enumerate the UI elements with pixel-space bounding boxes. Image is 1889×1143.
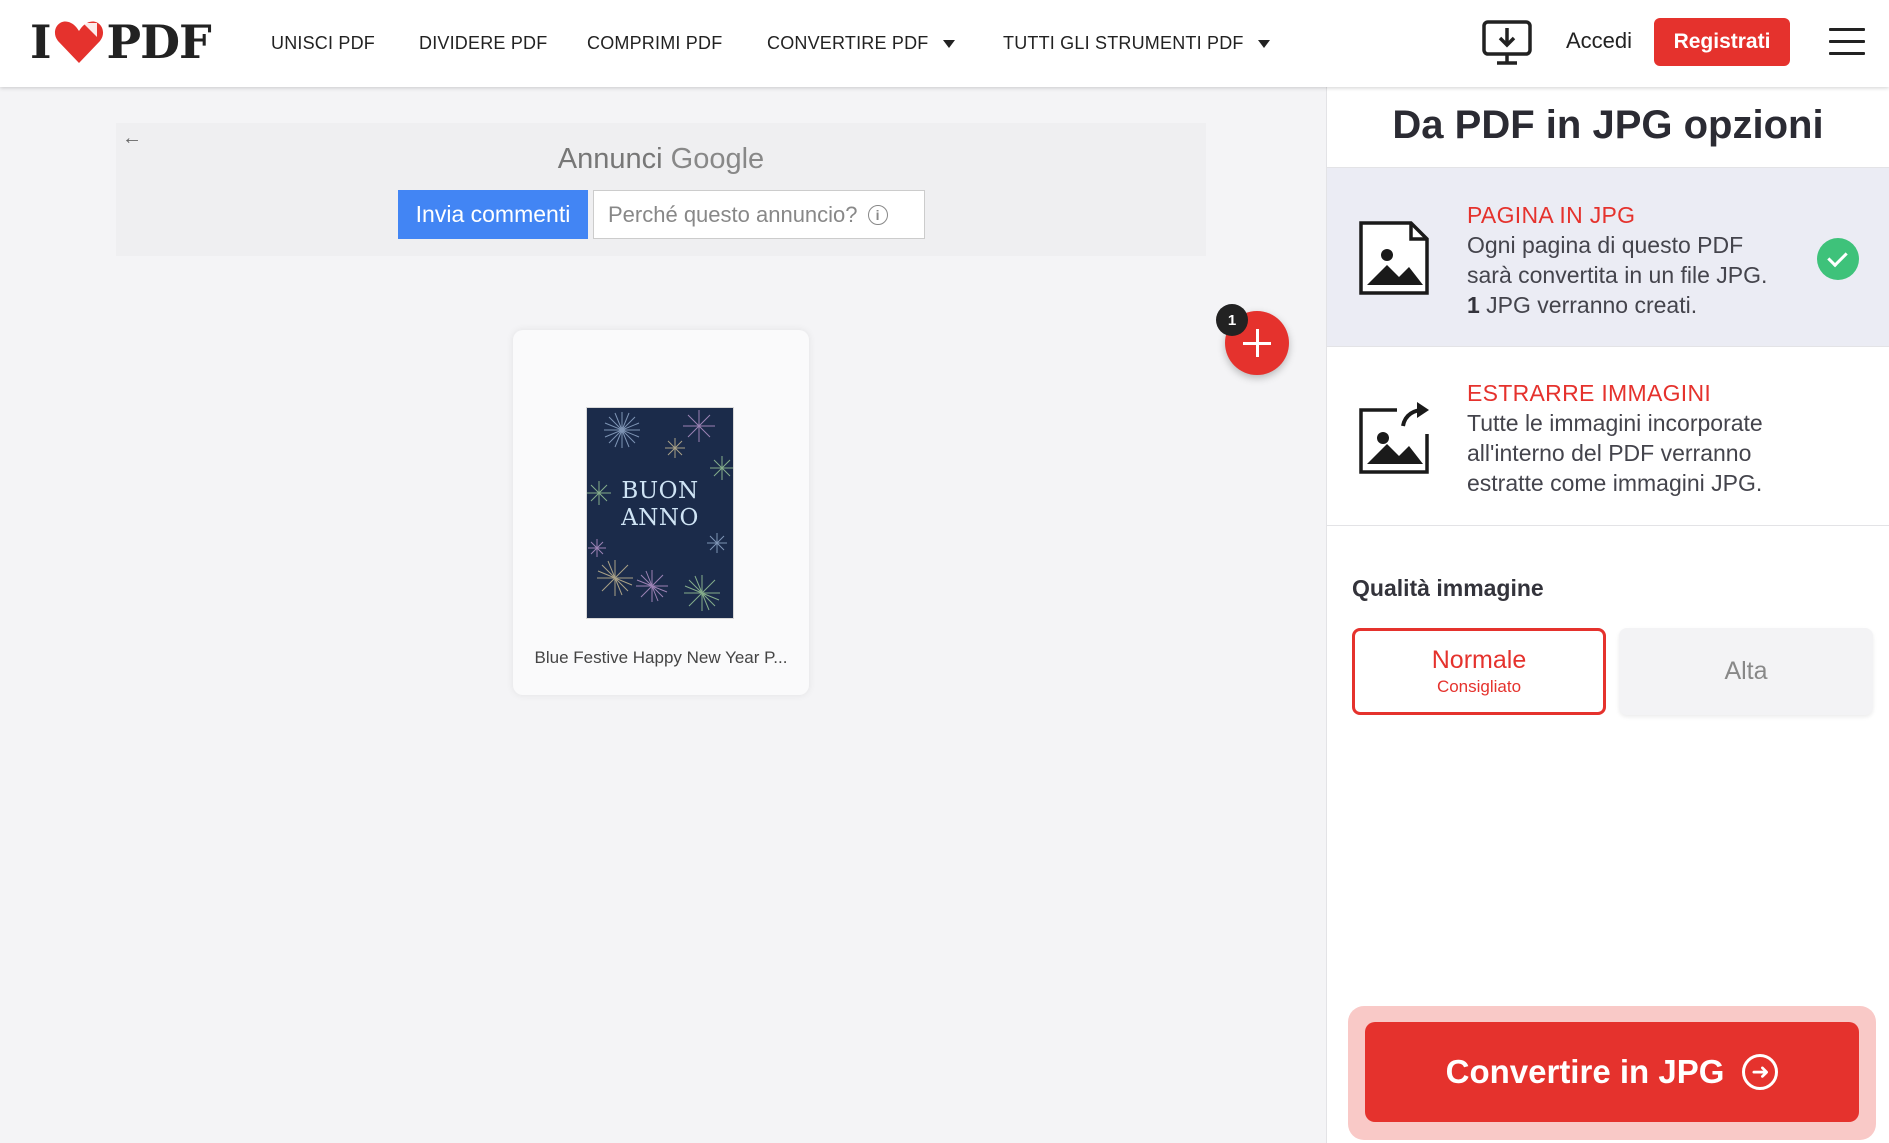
nav-convert-pdf[interactable]: CONVERTIRE PDF xyxy=(767,0,955,87)
send-feedback-button[interactable]: Invia commenti xyxy=(398,190,588,239)
why-this-ad-button[interactable]: Perché questo annuncio? i xyxy=(593,190,925,239)
logo-text: PDF xyxy=(106,15,212,69)
option-desc-line: 1 JPG verranno creati. xyxy=(1467,290,1807,320)
nav-all-tools-label: TUTTI GLI STRUMENTI PDF xyxy=(1003,33,1244,53)
option-description: Tutte le immagini incorporate all'intern… xyxy=(1467,408,1807,498)
nav-merge-label: UNISCI PDF xyxy=(271,33,376,53)
convert-to-jpg-button[interactable]: Convertire in JPG ➜ xyxy=(1365,1022,1859,1122)
file-count-badge: 1 xyxy=(1216,304,1248,336)
desktop-download-icon[interactable] xyxy=(1482,20,1532,66)
sidebar-title: Da PDF in JPG opzioni xyxy=(1392,103,1824,147)
nav-compress-label: COMPRIMI PDF xyxy=(587,33,723,53)
chevron-down-icon xyxy=(942,39,955,48)
option-desc-line: all'interno del PDF verranno xyxy=(1467,440,1752,466)
option-desc-line: Ogni pagina di questo PDF xyxy=(1467,232,1744,258)
convert-label: Convertire in JPG xyxy=(1445,1053,1725,1090)
image-page-icon xyxy=(1359,221,1429,295)
jpg-count: 1 xyxy=(1467,292,1480,318)
selected-check-icon xyxy=(1817,238,1859,280)
info-icon: i xyxy=(867,204,888,225)
top-header: I PDF UNISCI PDF DIVIDERE PDF COMPRIMI P… xyxy=(0,0,1889,87)
logo-letter: I xyxy=(30,15,52,69)
ilovepdf-logo[interactable]: I PDF xyxy=(30,15,212,69)
ad-title: Annunci Google xyxy=(116,143,1206,176)
option-desc-line: estratte come immagini JPG. xyxy=(1467,470,1763,496)
pdf-thumbnail: BUON ANNO xyxy=(586,407,734,619)
ad-banner: ← Annunci Google Invia commenti Perché q… xyxy=(116,123,1206,256)
thumbnail-text: BUON ANNO xyxy=(587,478,733,532)
why-this-ad-label: Perché questo annuncio? xyxy=(608,201,858,227)
nav-all-tools[interactable]: TUTTI GLI STRUMENTI PDF xyxy=(1003,0,1270,87)
file-name: Blue Festive Happy New Year P... xyxy=(534,648,788,667)
signup-button[interactable]: Registrati xyxy=(1654,18,1790,66)
nav-split-label: DIVIDERE PDF xyxy=(419,33,548,53)
google-logo: Google xyxy=(670,143,765,175)
option-desc-line: sarà convertita in un file JPG. xyxy=(1467,262,1768,288)
options-sidebar: Da PDF in JPG opzioni PAGINA IN JPG Ogni… xyxy=(1326,87,1889,1143)
login-link[interactable]: Accedi xyxy=(1566,28,1632,54)
quality-high-label: Alta xyxy=(1724,657,1768,685)
quality-normal-label: Normale xyxy=(1431,646,1527,674)
nav-merge-pdf[interactable]: UNISCI PDF xyxy=(271,0,375,87)
nav-split-pdf[interactable]: DIVIDERE PDF xyxy=(419,0,547,87)
nav-convert-label: CONVERTIRE PDF xyxy=(767,33,929,53)
arrow-right-circle-icon: ➜ xyxy=(1742,1054,1779,1090)
menu-icon[interactable] xyxy=(1829,28,1865,58)
option-title: PAGINA IN JPG xyxy=(1467,202,1636,228)
quality-label: Qualità immagine xyxy=(1352,575,1544,601)
thumbnail-line-2: ANNO xyxy=(621,505,699,531)
ad-prefix: Annunci xyxy=(557,143,663,175)
file-card[interactable]: BUON ANNO Blue Festive Happy New Year P.… xyxy=(513,330,809,695)
main-workspace: ← Annunci Google Invia commenti Perché q… xyxy=(0,87,1326,1143)
option-desc-count-text: JPG verranno creati. xyxy=(1479,292,1698,318)
quality-recommended-label: Consigliato xyxy=(1436,677,1522,696)
option-title: ESTRARRE IMMAGINI xyxy=(1467,380,1712,406)
chevron-down-icon xyxy=(1257,39,1270,48)
option-desc-line: Tutte le immagini incorporate xyxy=(1467,410,1763,436)
quality-high-button[interactable]: Alta xyxy=(1619,628,1873,715)
image-share-icon xyxy=(1359,402,1429,474)
thumbnail-line-1: BUON xyxy=(621,478,699,504)
option-description: Ogni pagina di questo PDF sarà convertit… xyxy=(1467,230,1807,320)
quality-normal-button[interactable]: Normale Consigliato xyxy=(1352,628,1606,715)
heart-icon xyxy=(54,21,103,63)
option-page-to-jpg[interactable]: PAGINA IN JPG Ogni pagina di questo PDF … xyxy=(1327,167,1889,346)
convert-button-wrapper: Convertire in JPG ➜ xyxy=(1348,1006,1876,1140)
nav-compress-pdf[interactable]: COMPRIMI PDF xyxy=(587,0,722,87)
option-extract-images[interactable]: ESTRARRE IMMAGINI Tutte le immagini inco… xyxy=(1327,346,1889,526)
